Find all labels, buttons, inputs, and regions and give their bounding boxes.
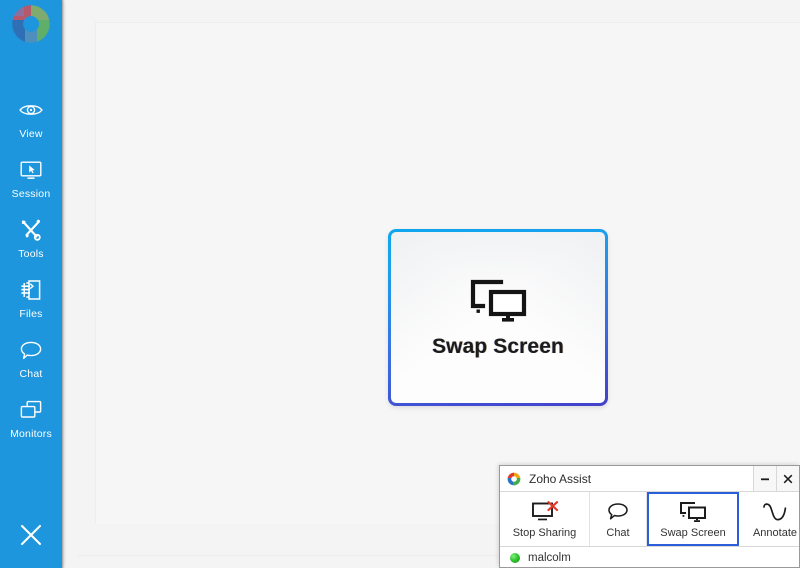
zoho-assist-window: Zoho Assist [499,465,800,568]
sidebar-item-label: Files [19,308,42,320]
assist-titlebar[interactable]: Zoho Assist [500,466,799,492]
toolbar-chat-button[interactable]: Chat [590,492,647,546]
minimize-button[interactable] [753,466,776,491]
sidebar-item-view[interactable]: View [0,88,62,148]
zoho-assist-logo [11,4,51,44]
eye-icon [18,97,44,123]
assist-toolbar: Stop Sharing Chat Swap Screen [500,492,799,547]
swap-screen-icon [677,500,709,524]
toolbar-item-label: Swap Screen [660,527,725,539]
close-button[interactable] [776,466,799,491]
zoho-ring-logo [507,472,521,486]
sidebar-item-files[interactable]: Files [0,268,62,328]
sidebar-item-label: View [19,128,42,140]
wrench-screwdriver-icon [18,217,44,243]
monitor-stop-icon [530,500,560,524]
swap-screen-card-label: Swap Screen [432,335,564,359]
monitor-cursor-icon [18,157,44,183]
sidebar-item-label: Session [12,188,51,200]
toolbar-item-label: Annotate [753,527,797,539]
sidebar-nav: View Session [0,88,62,448]
assist-window-title: Zoho Assist [529,472,591,486]
assist-status-bar: malcolm [500,547,799,568]
swap-screen-card-inner: Swap Screen [391,232,605,403]
close-x-icon [17,521,45,554]
multiple-monitors-icon [18,397,44,423]
swap-screen-monitors-icon [467,277,529,325]
sidebar-item-tools[interactable]: Tools [0,208,62,268]
sidebar-edge-shadow [62,0,64,568]
speech-bubble-icon [18,337,44,363]
toolbar-annotate-button[interactable]: Annotate [739,492,800,546]
close-toolbar-button[interactable] [0,514,62,560]
sidebar-item-chat[interactable]: Chat [0,328,62,388]
sidebar-item-session[interactable]: Session [0,148,62,208]
sidebar-item-label: Chat [20,368,43,380]
swap-screen-card[interactable]: Swap Screen [388,229,608,406]
window-controls [753,466,799,491]
sidebar-item-label: Tools [18,248,44,260]
wave-annotate-icon [761,500,789,524]
sidebar-item-label: Monitors [10,428,52,440]
assist-sidebar: View Session [0,0,62,568]
toolbar-item-label: Stop Sharing [513,527,577,539]
toolbar-swap-screen-button[interactable]: Swap Screen [647,492,739,546]
toolbar-item-label: Chat [606,527,629,539]
connected-user-name: malcolm [528,552,571,564]
presence-online-icon [510,553,520,563]
close-icon [782,473,794,485]
toolbar-stop-sharing-button[interactable]: Stop Sharing [500,492,590,546]
minimize-icon [759,473,771,485]
speech-bubble-icon [605,500,631,524]
sidebar-item-monitors[interactable]: Monitors [0,388,62,448]
file-transfer-icon [18,277,44,303]
